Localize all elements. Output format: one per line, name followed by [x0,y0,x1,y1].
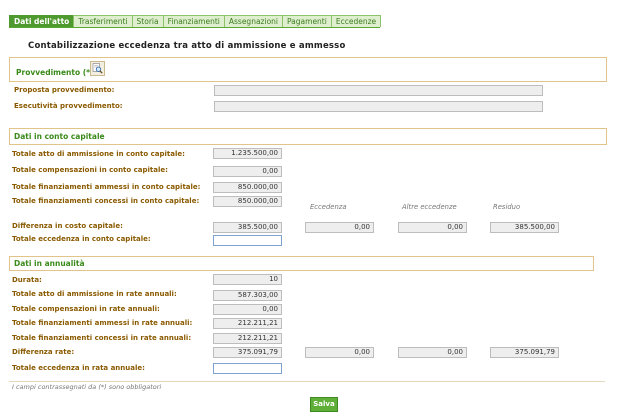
annualita-ammissione-label: Totale atto di ammissione in rate annual… [12,290,177,298]
capitale-altre-eccedenze-field: 0,00 [398,222,467,233]
annualita-compensazioni-label: Totale compensazioni in rate annuali: [12,305,160,313]
capitale-eccedenza-input[interactable] [213,235,282,246]
annualita-differenza-label: Differenza rate: [12,348,75,356]
tab-bar: Dati dell'atto Trasferimenti Storia Fina… [9,15,382,28]
capitale-concessi-label: Totale finanziamenti concessi in conto c… [12,197,200,205]
annualita-eccedenza-totale-label: Totale eccedenza in rata annuale: [12,364,145,372]
capitale-concessi-field: 850.000,00 [213,196,282,207]
annualita-panel [9,256,594,271]
annualita-durata-label: Durata: [12,276,42,284]
tab-pagamenti[interactable]: Pagamenti [282,15,332,27]
capitale-compensazioni-label: Totale compensazioni in conto capitale: [12,166,168,174]
col-header-eccedenza: Eccedenza [310,203,347,211]
tab-storia[interactable]: Storia [131,15,164,27]
esecutivita-provvedimento-label: Esecutività provvedimento: [14,102,123,110]
tab-eccedenze[interactable]: Eccedenze [330,15,382,27]
tab-dati-atto[interactable]: Dati dell'atto [9,15,75,27]
proposta-provvedimento-label: Proposta provvedimento: [14,86,115,94]
capitale-ammessi-field: 850.000,00 [213,182,282,193]
annualita-concessi-field: 212.211,21 [213,333,282,344]
tab-finanziamenti[interactable]: Finanziamenti [162,15,225,27]
annualita-title: Dati in annualità [14,259,85,268]
annualita-eccedenza-input[interactable] [213,363,282,374]
annualita-differenza-field: 375.091,79 [213,347,282,358]
capitale-ammessi-label: Totale finanziamenti ammessi in conto ca… [12,183,201,191]
tab-trasferimenti[interactable]: Trasferimenti [73,15,133,27]
annualita-ammissione-field: 587.303,00 [213,290,282,301]
capitale-residuo-field: 385.500,00 [490,222,559,233]
required-fields-note: I campi contrassegnati da (*) sono obbli… [12,383,162,391]
footer-divider [9,381,605,382]
provvedimento-title: Provvedimento (*) [16,68,94,77]
annualita-eccedenza-field: 0,00 [305,347,374,358]
capitale-title: Dati in conto capitale [14,132,105,141]
capitale-differenza-label: Differenza in costo capitale: [12,222,123,230]
annualita-compensazioni-field: 0,00 [213,304,282,315]
annualita-durata-field: 10 [213,274,282,285]
capitale-ammissione-field: 1.235.500,00 [213,148,282,159]
page-title: Contabilizzazione eccedenza tra atto di … [28,41,346,51]
annualita-altre-eccedenze-field: 0,00 [398,347,467,358]
annualita-residuo-field: 375.091,79 [490,347,559,358]
esecutivita-provvedimento-field [214,101,543,112]
tab-assegnazioni[interactable]: Assegnazioni [223,15,283,27]
capitale-ammissione-label: Totale atto di ammissione in conto capit… [12,150,185,158]
capitale-eccedenza-totale-label: Totale eccedenza in conto capitale: [12,235,151,243]
capitale-eccedenza-field: 0,00 [305,222,374,233]
capitale-differenza-field: 385.500,00 [213,222,282,233]
annualita-ammessi-field: 212.211,21 [213,318,282,329]
proposta-provvedimento-field [214,85,543,96]
annualita-concessi-label: Totale finanziamenti concessi in rate an… [12,334,192,342]
annualita-ammessi-label: Totale finanziamenti ammessi in rate ann… [12,319,193,327]
capitale-compensazioni-field: 0,00 [213,166,282,177]
col-header-residuo: Residuo [493,203,521,211]
col-header-altre-eccedenze: Altre eccedenze [402,203,457,211]
magnifier-document-icon[interactable] [90,61,105,76]
save-button[interactable]: Salva [310,397,338,412]
